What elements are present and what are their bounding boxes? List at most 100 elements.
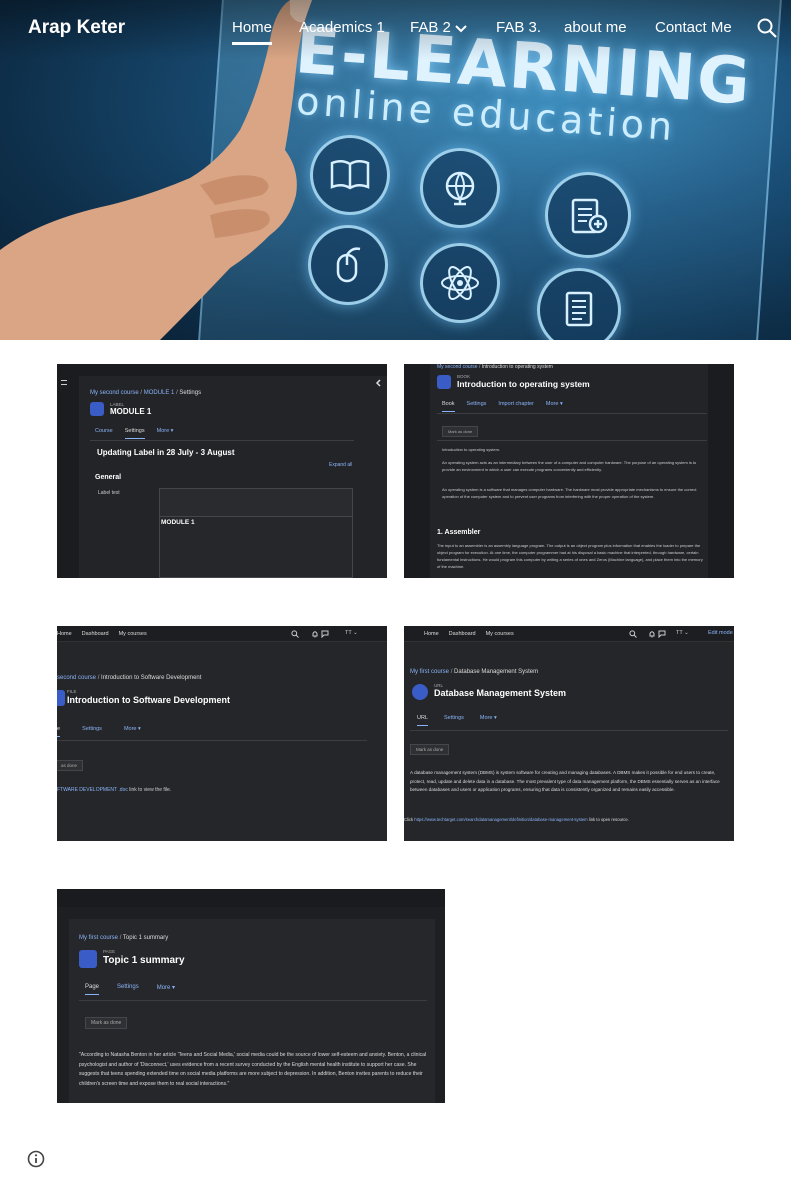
divider [57,740,367,741]
tab-file[interactable]: e [57,726,61,737]
user-avatar[interactable]: TT ⌄ [345,630,358,636]
breadcrumb: second course / Introduction to Software… [57,675,202,681]
screenshot-topic-1-summary[interactable]: My first course / Topic 1 summary PAGE T… [57,889,445,1103]
divider [410,730,728,731]
tile-sidebar [57,364,79,578]
screenshot-software-development[interactable]: Home Dashboard My courses TT ⌄ second co… [57,626,387,841]
chevron-down-icon[interactable] [454,24,468,34]
tab-more[interactable]: More ▾ [124,726,141,737]
paragraph-1: An operating system acts as an intermedi… [442,460,697,472]
nav-item-about-me[interactable]: about me [564,19,627,36]
activity-tabs: Book Settings Import chapter More ▾ [442,401,563,412]
edit-mode-toggle[interactable]: Edit mode [708,630,733,636]
activity-tabs: URL Settings More ▾ [417,715,497,726]
tab-url[interactable]: URL [417,715,429,726]
atom-icon [420,243,500,323]
mark-as-done-button[interactable]: Mark as done [410,744,450,755]
breadcrumb: My first course / Topic 1 summary [79,935,169,941]
nav-dashboard[interactable]: Dashboard [449,631,476,637]
tab-course[interactable]: Course [95,428,113,439]
mark-as-done-button[interactable]: Mark as done [442,426,479,437]
book-icon [310,135,390,215]
file-instruction: FTWARE DEVELOPMENT .doc link to view the… [57,787,172,793]
screenshot-operating-system[interactable]: My second course / Introduction to opera… [404,364,734,578]
divider [437,440,707,441]
tile-topbar [79,364,387,376]
tab-book[interactable]: Book [442,401,455,412]
tab-settings[interactable]: Settings [82,726,102,737]
paragraph-2: An operating system is a software that m… [442,487,697,499]
chevron-left-icon[interactable] [375,379,383,387]
mouse-icon [308,225,388,305]
bell-icon[interactable] [311,630,319,638]
activity-heading: Introduction to operating system [457,379,590,389]
menu-icon [61,380,67,385]
tab-more[interactable]: More ▾ [480,715,497,726]
nav-home[interactable]: Home [57,631,72,637]
screenshot-database-management[interactable]: Home Dashboard My courses TT ⌄ Edit mode… [404,626,734,841]
nav-dashboard[interactable]: Dashboard [82,631,109,637]
section-general[interactable]: General [95,474,121,481]
tab-settings[interactable]: Settings [124,428,145,439]
site-title[interactable]: Arap Keter [28,17,125,39]
tab-page[interactable]: Page [85,984,100,995]
activity-heading: Introduction to Software Development [67,695,231,705]
tab-more[interactable]: More ▾ [157,428,174,439]
dbms-description: A database management system (DBMS) is s… [410,770,720,792]
top-nav: Home Dashboard My courses [424,626,514,642]
section-heading: 1. Assembler [437,529,481,536]
activity-kind: FILE [67,689,77,694]
file-icon [57,690,65,706]
resource-link[interactable]: https://www.techtarget.com/searchdataman… [414,817,587,822]
screenshot-module-1[interactable]: My second course / MODULE 1 / Settings L… [57,364,387,578]
nav-home[interactable]: Home [424,631,439,637]
bell-icon[interactable] [648,630,656,638]
tab-more[interactable]: More ▾ [157,984,175,995]
file-link[interactable]: FTWARE DEVELOPMENT .doc [57,787,128,793]
info-icon[interactable] [27,1150,45,1168]
breadcrumb: My second course / MODULE 1 / Settings [90,390,202,396]
search-icon[interactable] [291,630,299,638]
tab-settings[interactable]: Settings [117,984,139,995]
activity-heading: MODULE 1 [110,407,152,416]
mark-as-done-button[interactable]: Mark as done [85,1017,128,1029]
nav-my-courses[interactable]: My courses [486,631,514,637]
editor-content: MODULE 1 [161,519,195,526]
resource-line: Click https://www.techtarget.com/searchd… [404,817,629,822]
nav-item-academics-1[interactable]: Academics 1 [299,19,385,36]
breadcrumb: My first course / Database Management Sy… [410,669,539,675]
expand-all-link[interactable]: Expand all [329,462,352,469]
tab-import-chapter[interactable]: Import chapter [498,401,533,412]
book-icon [437,375,451,389]
editor-toolbar[interactable] [159,488,353,518]
activity-tabs: Page Settings More ▾ [85,984,175,995]
chat-icon[interactable] [321,630,329,638]
tile-topbar [57,889,445,907]
divider [90,440,354,441]
user-avatar[interactable]: TT ⌄ [676,630,689,636]
tab-more[interactable]: More ▾ [546,401,563,412]
tab-settings[interactable]: Settings [444,715,464,726]
activity-kind: PAGE [103,949,116,954]
field-label: Label text [98,490,120,496]
url-globe-icon [412,684,428,700]
chapter-title: Introduction to operating system. [442,447,501,452]
chat-icon[interactable] [658,630,666,638]
globe-icon [420,148,500,228]
nav-item-fab-2[interactable]: FAB 2 [410,19,451,36]
activity-tabs: e Settings More ▾ [57,726,141,737]
updating-heading: Updating Label in 28 July - 3 August [97,448,235,457]
divider [79,1000,427,1001]
nav-item-fab-3[interactable]: FAB 3. [496,19,541,36]
activity-heading: Topic 1 summary [103,955,185,966]
search-icon[interactable] [629,630,637,638]
nav-item-contact-me[interactable]: Contact Me [655,19,732,36]
nav-my-courses[interactable]: My courses [119,631,147,637]
nav-item-home[interactable]: Home [232,19,273,45]
activity-tabs: Course Settings More ▾ [95,428,173,439]
paragraph-3: The input to an assembler is an assembly… [437,543,703,569]
search-icon[interactable] [756,17,778,39]
tab-settings[interactable]: Settings [467,401,487,412]
mark-as-done-button[interactable]: as done [57,760,84,771]
breadcrumb: My second course / Introduction to opera… [437,364,553,370]
